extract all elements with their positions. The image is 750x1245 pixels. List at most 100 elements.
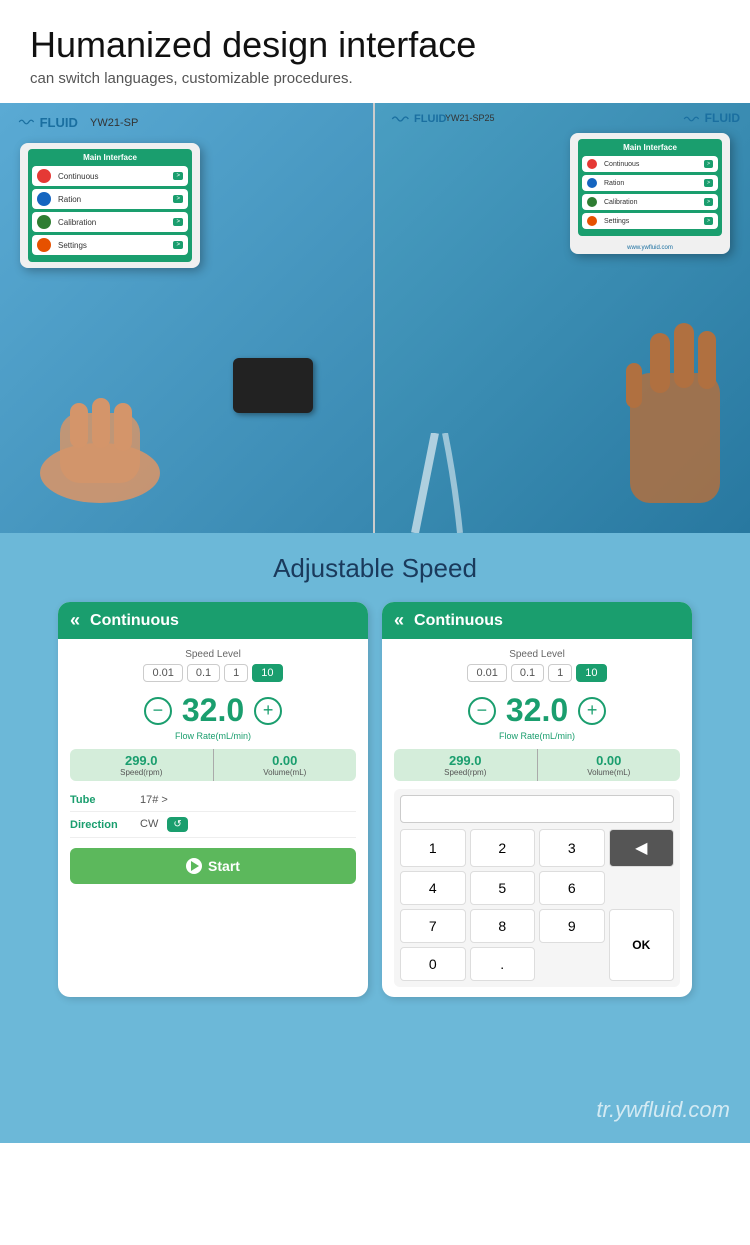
adjustable-title: Adjustable Speed bbox=[20, 553, 730, 584]
flow-increase-right[interactable]: + bbox=[578, 697, 606, 725]
icon-continuous-right bbox=[587, 159, 597, 169]
flow-increase-left[interactable]: + bbox=[254, 697, 282, 725]
black-box bbox=[233, 358, 313, 413]
speed-level-label-right: Speed Level bbox=[394, 649, 680, 660]
stat-vol-right: 0.00 Volume(mL) bbox=[537, 749, 681, 781]
menu-settings-left[interactable]: Settings > bbox=[32, 235, 188, 255]
device-panel-left: Main Interface Continuous > Ration > bbox=[20, 143, 200, 268]
menu-continuous-right[interactable]: Continuous > bbox=[582, 156, 718, 172]
brand-right2: FLUID bbox=[683, 111, 740, 125]
speed-buttons-left: 0.01 0.1 1 10 bbox=[70, 664, 356, 682]
num-4[interactable]: 4 bbox=[400, 871, 466, 905]
num-8[interactable]: 8 bbox=[470, 909, 536, 943]
brand-right: FLUID bbox=[391, 113, 446, 125]
stat-vol-label-right: Volume(mL) bbox=[544, 768, 675, 777]
tube-area bbox=[395, 433, 475, 533]
arrow-settings: > bbox=[173, 241, 183, 249]
num-6[interactable]: 6 bbox=[539, 871, 605, 905]
arrow-ration: > bbox=[173, 195, 183, 203]
menu-calibration-right[interactable]: Calibration > bbox=[582, 194, 718, 210]
watermark: tr.ywfluid.com bbox=[596, 1097, 730, 1123]
photo-section: FLUID YW21-SP Main Interface Continuous … bbox=[0, 103, 750, 533]
speed-btn-001-right[interactable]: 0.01 bbox=[467, 664, 506, 682]
device-panel-right: Main Interface Continuous > Ration > bbox=[570, 133, 730, 254]
speed-btn-01-left[interactable]: 0.1 bbox=[187, 664, 220, 682]
stats-row-right: 299.0 Speed(rpm) 0.00 Volume(mL) bbox=[394, 749, 680, 781]
num-9[interactable]: 9 bbox=[539, 909, 605, 943]
num-0[interactable]: 0 bbox=[400, 947, 466, 981]
num-backspace[interactable]: ◀ bbox=[609, 829, 675, 867]
stat-rpm-left: 299.0 Speed(rpm) bbox=[70, 749, 213, 781]
stat-rpm-value-right: 299.0 bbox=[400, 753, 531, 768]
play-icon-left bbox=[186, 858, 202, 874]
flow-decrease-right[interactable]: − bbox=[468, 697, 496, 725]
flow-rate-unit-right: Flow Rate(mL/min) bbox=[394, 731, 680, 741]
screen-header-right: Main Interface bbox=[582, 143, 718, 152]
panel-right: « Continuous Speed Level 0.01 0.1 1 10 −… bbox=[382, 602, 692, 997]
flow-rate-row-left: − 32.0 + bbox=[70, 692, 356, 729]
play-triangle-left bbox=[191, 861, 199, 871]
flow-rate-value-right: 32.0 bbox=[506, 692, 568, 729]
photo-left: FLUID YW21-SP Main Interface Continuous … bbox=[0, 103, 375, 533]
direction-row-left: Direction CW ↺ bbox=[70, 812, 356, 838]
start-button-left[interactable]: Start bbox=[70, 848, 356, 884]
speed-btn-1-left[interactable]: 1 bbox=[224, 664, 248, 682]
hand-left bbox=[30, 393, 170, 503]
tube-row-left: Tube 17# > bbox=[70, 789, 356, 812]
stat-vol-label-left: Volume(mL) bbox=[220, 768, 351, 777]
flow-rate-value-left: 32.0 bbox=[182, 692, 244, 729]
stat-rpm-right: 299.0 Speed(rpm) bbox=[394, 749, 537, 781]
stat-vol-value-right: 0.00 bbox=[544, 753, 675, 768]
speed-buttons-right: 0.01 0.1 1 10 bbox=[394, 664, 680, 682]
menu-calibration-left[interactable]: Calibration > bbox=[32, 212, 188, 232]
menu-ration-left[interactable]: Ration > bbox=[32, 189, 188, 209]
panel-left-title: Continuous bbox=[90, 612, 179, 630]
num-3[interactable]: 3 bbox=[539, 829, 605, 867]
num-7[interactable]: 7 bbox=[400, 909, 466, 943]
panel-left-body: Speed Level 0.01 0.1 1 10 − 32.0 + Flow … bbox=[58, 639, 368, 894]
num-ok[interactable]: OK bbox=[609, 909, 675, 981]
tube-label-left: Tube bbox=[70, 794, 140, 806]
model-left: YW21-SP bbox=[90, 117, 138, 129]
stat-rpm-label-left: Speed(rpm) bbox=[76, 768, 207, 777]
numpad-display[interactable] bbox=[400, 795, 674, 823]
icon-calibration-right bbox=[587, 197, 597, 207]
menu-settings-right[interactable]: Settings > bbox=[582, 213, 718, 229]
num-empty2 bbox=[539, 947, 605, 981]
num-5[interactable]: 5 bbox=[470, 871, 536, 905]
icon-calibration-left bbox=[37, 215, 51, 229]
arrow-calibration: > bbox=[173, 218, 183, 226]
num-1[interactable]: 1 bbox=[400, 829, 466, 867]
panel-right-title: Continuous bbox=[414, 612, 503, 630]
flow-rate-unit-left: Flow Rate(mL/min) bbox=[70, 731, 356, 741]
speed-btn-001-left[interactable]: 0.01 bbox=[143, 664, 182, 682]
direction-label-left: Direction bbox=[70, 819, 140, 831]
speed-btn-10-left[interactable]: 10 bbox=[252, 664, 282, 682]
model-right: YW21-SP25 bbox=[445, 113, 495, 123]
panels-row: « Continuous Speed Level 0.01 0.1 1 10 −… bbox=[20, 602, 730, 997]
speed-btn-10-right[interactable]: 10 bbox=[576, 664, 606, 682]
brand-left: FLUID bbox=[18, 115, 78, 130]
panel-left: « Continuous Speed Level 0.01 0.1 1 10 −… bbox=[58, 602, 368, 997]
icon-continuous-left bbox=[37, 169, 51, 183]
back-arrow-left[interactable]: « bbox=[70, 610, 80, 631]
numpad-area: 1 2 3 ◀ 4 5 6 7 8 9 OK 0 . bbox=[394, 789, 680, 987]
panel-left-topbar: « Continuous bbox=[58, 602, 368, 639]
num-dot[interactable]: . bbox=[470, 947, 536, 981]
page-title: Humanized design interface bbox=[30, 24, 720, 66]
menu-continuous-left[interactable]: Continuous > bbox=[32, 166, 188, 186]
direction-btn-left[interactable]: ↺ bbox=[167, 817, 187, 832]
icon-settings-right bbox=[587, 216, 597, 226]
speed-btn-1-right[interactable]: 1 bbox=[548, 664, 572, 682]
bottom-section: Adjustable Speed « Continuous Speed Leve… bbox=[0, 533, 750, 1143]
speed-btn-01-right[interactable]: 0.1 bbox=[511, 664, 544, 682]
stat-rpm-value-left: 299.0 bbox=[76, 753, 207, 768]
flow-decrease-left[interactable]: − bbox=[144, 697, 172, 725]
photo-right: FLUID YW21-SP25 FLUID Main Interface Con… bbox=[375, 103, 750, 533]
tube-value-left[interactable]: 17# > bbox=[140, 794, 356, 806]
menu-ration-right[interactable]: Ration > bbox=[582, 175, 718, 191]
back-arrow-right[interactable]: « bbox=[394, 610, 404, 631]
num-2[interactable]: 2 bbox=[470, 829, 536, 867]
flow-rate-row-right: − 32.0 + bbox=[394, 692, 680, 729]
stat-rpm-label-right: Speed(rpm) bbox=[400, 768, 531, 777]
